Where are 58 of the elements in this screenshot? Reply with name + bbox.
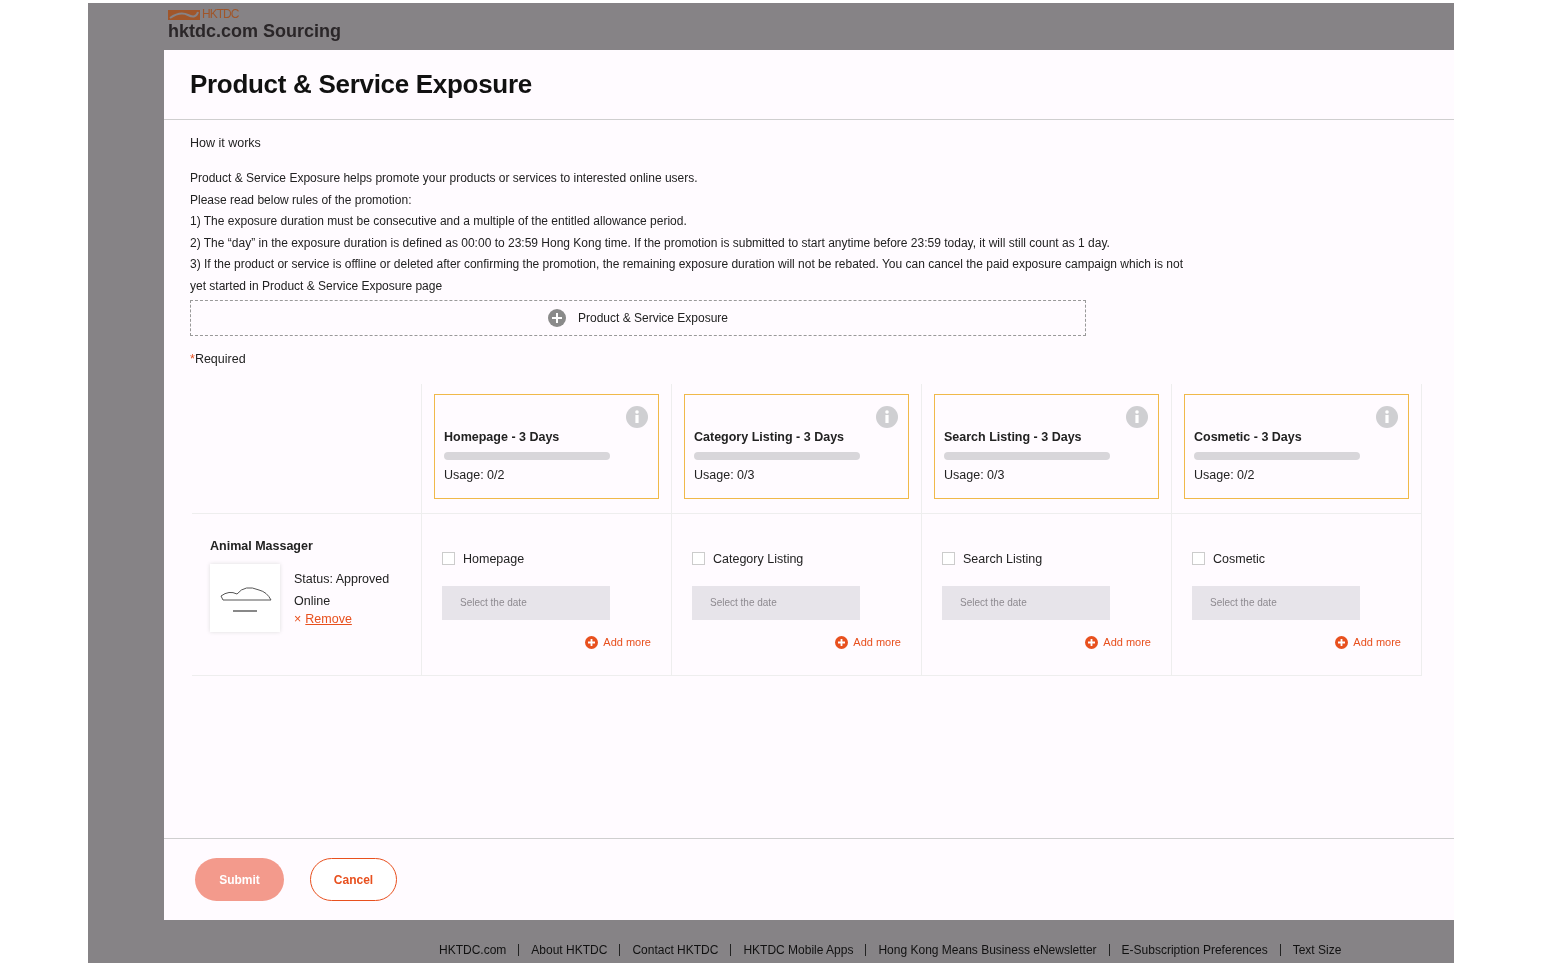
usage-text: Usage: 0/2 <box>1194 467 1256 482</box>
status-text: Status: Approved <box>294 571 390 586</box>
plus-icon <box>1085 635 1099 649</box>
online-text: Online <box>294 593 332 608</box>
remove-link[interactable]: Remove <box>305 611 352 626</box>
date-field[interactable]: Select the date <box>692 585 860 620</box>
product-name: Animal Massager <box>210 538 313 553</box>
intro-heading: How it works <box>190 136 262 150</box>
add-more-button[interactable]: Add more <box>1085 635 1151 649</box>
info-icon[interactable] <box>1376 405 1398 428</box>
checkbox[interactable] <box>942 552 955 566</box>
date-field[interactable]: Select the date <box>1192 585 1360 620</box>
usage-text: Usage: 0/2 <box>444 467 506 482</box>
rule-text: 2) The “day” in the exposure duration is defined as 00:00 to 23:59 Hong Kong time. If the promotion is submitted to start anytime before 23:59 today, it will still count as 1 day. <box>190 234 1111 252</box>
footer-link[interactable]: E-Subscription Preferences <box>1121 943 1268 957</box>
usage-text: Usage: 0/3 <box>944 467 1006 482</box>
rule-text: Product & Service Exposure helps promote your products or services to interested online users. <box>190 170 699 187</box>
footer-link[interactable]: HKTDC Mobile Apps <box>743 943 854 957</box>
checkbox-label: Category Listing <box>713 551 804 566</box>
checkbox-label: Homepage <box>463 551 525 566</box>
cancel-button[interactable]: Cancel <box>310 858 397 901</box>
date-field[interactable]: Select the date <box>942 585 1110 620</box>
checkbox-label: Search Listing <box>963 551 1043 566</box>
plus-icon <box>547 308 566 327</box>
footer-link[interactable]: Text Size <box>1292 943 1342 957</box>
footer-link[interactable]: About HKTDC <box>531 943 608 957</box>
rule-text: 1) The exposure duration must be consecutive and a multiple of the entitled allowance period. <box>190 213 688 231</box>
add-exposure-button[interactable]: Product & Service Exposure <box>190 299 1086 336</box>
allowance-title: Homepage - 3 Days <box>444 429 561 444</box>
info-icon[interactable] <box>626 405 648 428</box>
allowance-title: Category Listing - 3 Days <box>694 429 846 444</box>
site-name: hktdc.com Sourcing <box>168 21 342 42</box>
allowance-title: Cosmetic - 3 Days <box>1194 429 1303 444</box>
checkbox[interactable] <box>1192 552 1205 566</box>
modal-title: Product & Service Exposure <box>190 69 532 100</box>
info-icon[interactable] <box>1126 405 1148 428</box>
logo-icon <box>168 8 200 20</box>
footer-link[interactable]: Contact HKTDC <box>632 943 719 957</box>
allowance-title: Search Listing - 3 Days <box>944 429 1083 444</box>
date-field[interactable]: Select the date <box>442 585 610 620</box>
footer-link[interactable]: Hong Kong Means Business eNewsletter <box>878 943 1097 957</box>
usage-text: Usage: 0/3 <box>694 467 756 482</box>
info-icon[interactable] <box>876 405 898 428</box>
footer-link[interactable]: HKTDC.com <box>439 943 507 957</box>
required-note: *Required <box>190 351 247 366</box>
rule-text: Please read below rules of the promotion: <box>190 191 413 209</box>
plus-icon <box>835 635 849 649</box>
logo-text: HKTDC <box>202 7 239 21</box>
rule-text: 3) If the product or service is offline or deleted after confirming the promotion, the remaining exposure duration will not be rebated. You can cancel the paid exposure campaign which is not yet started in Product & Service Exposure page <box>190 256 1185 295</box>
add-more-button[interactable]: Add more <box>585 635 651 649</box>
checkbox[interactable] <box>442 552 455 566</box>
add-more-button[interactable]: Add more <box>835 635 901 649</box>
checkbox-label: Cosmetic <box>1213 551 1266 566</box>
plus-icon <box>1335 635 1349 649</box>
remove-icon: × <box>294 611 302 626</box>
checkbox[interactable] <box>692 552 705 566</box>
add-more-button[interactable]: Add more <box>1335 635 1401 649</box>
plus-icon <box>585 635 599 649</box>
